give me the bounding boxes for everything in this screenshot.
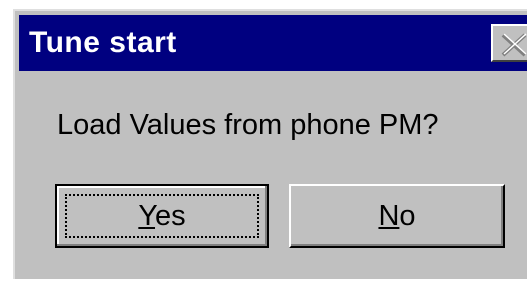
dialog-message: Load Values from phone PM? [57,109,439,141]
yes-button[interactable]: Yes [55,184,269,248]
yes-button-label: Yes [57,198,267,234]
close-button[interactable] [491,24,527,62]
dialog-title: Tune start [29,26,177,59]
no-label-rest: o [399,200,416,232]
no-button-label: No [291,198,503,234]
yes-accelerator: Y [138,200,156,232]
yes-label-rest: es [155,200,186,232]
close-icon [501,33,527,57]
title-bar[interactable]: Tune start [19,15,527,71]
no-accelerator: N [378,200,400,232]
tune-start-dialog: Tune start Load Values from phone PM? Ye… [13,9,527,279]
no-button[interactable]: No [289,184,505,248]
